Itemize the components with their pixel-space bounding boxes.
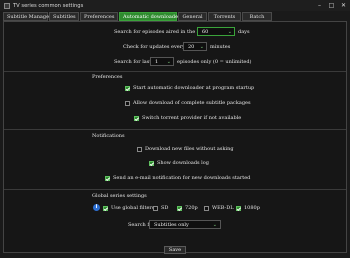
sd-label: SD bbox=[161, 205, 169, 211]
divider bbox=[4, 71, 346, 72]
download-without-asking-label: Download new files without asking bbox=[145, 146, 234, 152]
use-global-filters-option[interactable]: Use global filters bbox=[103, 205, 154, 211]
app-icon bbox=[4, 2, 10, 9]
show-log-label: Show downloads log bbox=[157, 160, 209, 166]
checkbox[interactable] bbox=[105, 175, 110, 181]
show-log-option[interactable]: Show downloads log bbox=[149, 160, 209, 166]
check-label: Check for updates every bbox=[123, 44, 185, 50]
switch-provider-option[interactable]: Switch torrent provider if not available bbox=[134, 115, 241, 121]
aired-days-stepper[interactable]: 60 ⌄ bbox=[197, 27, 235, 36]
complete-packages-label: Allow download of complete subtitle pack… bbox=[133, 100, 251, 106]
checkbox[interactable] bbox=[153, 205, 158, 211]
webdl-label: WEB-DL bbox=[212, 205, 234, 211]
720p-option[interactable]: 720p bbox=[177, 205, 198, 211]
1080p-label: 1080p bbox=[244, 205, 260, 211]
checkbox[interactable] bbox=[125, 85, 130, 91]
tab-batch[interactable]: Batch bbox=[242, 12, 272, 21]
download-without-asking-option[interactable]: Download new files without asking bbox=[137, 146, 234, 152]
check-unit: minutes bbox=[210, 44, 231, 50]
tab-torrents[interactable]: Torrents bbox=[208, 12, 241, 21]
startup-option[interactable]: Start automatic downloader at program st… bbox=[125, 85, 254, 91]
chevron-down-icon: ⌄ bbox=[199, 44, 204, 50]
checkbox[interactable] bbox=[236, 205, 241, 211]
save-button[interactable]: Save bbox=[164, 246, 186, 254]
checkbox[interactable] bbox=[204, 205, 209, 211]
chevron-down-icon: ⌄ bbox=[227, 29, 232, 35]
search-for-select[interactable]: Subtitles only ⌄ bbox=[149, 220, 221, 229]
aired-unit: days bbox=[238, 29, 250, 35]
last-episodes-value: 1 bbox=[155, 59, 159, 65]
checkbox[interactable] bbox=[103, 205, 108, 211]
maximize-icon[interactable]: □ bbox=[328, 2, 335, 9]
email-notification-option[interactable]: Send an e-mail notification for new down… bbox=[105, 175, 250, 181]
check-interval-stepper[interactable]: 20 ⌄ bbox=[183, 42, 207, 51]
info-icon[interactable]: i bbox=[93, 204, 100, 211]
search-for-value: Subtitles only bbox=[154, 222, 189, 228]
last-unit: episodes only (0 = unlimited) bbox=[177, 59, 252, 65]
checkbox[interactable] bbox=[177, 205, 182, 211]
preferences-heading: Preferences bbox=[92, 74, 123, 80]
email-notification-label: Send an e-mail notification for new down… bbox=[113, 175, 251, 181]
global-heading: Global series settings bbox=[92, 193, 147, 199]
last-episodes-stepper[interactable]: 1 ⌄ bbox=[150, 57, 174, 66]
tab-automatic-downloader[interactable]: Automatic downloader bbox=[119, 12, 180, 21]
tab-subtitles[interactable]: Subtitles bbox=[49, 12, 79, 21]
checkbox[interactable] bbox=[125, 100, 130, 106]
checkbox[interactable] bbox=[134, 115, 139, 121]
chevron-down-icon: ⌄ bbox=[212, 222, 217, 228]
chevron-down-icon: ⌄ bbox=[166, 59, 171, 65]
aired-days-value: 60 bbox=[202, 29, 209, 35]
complete-packages-option[interactable]: Allow download of complete subtitle pack… bbox=[125, 100, 251, 106]
minimize-icon[interactable]: – bbox=[316, 2, 323, 9]
last-label: Search for last bbox=[114, 59, 152, 65]
switch-provider-label: Switch torrent provider if not available bbox=[142, 115, 242, 121]
close-icon[interactable]: ✕ bbox=[340, 2, 347, 9]
tab-general[interactable]: General bbox=[178, 12, 207, 21]
notifications-heading: Notifications bbox=[92, 133, 125, 139]
settings-panel bbox=[3, 21, 347, 253]
webdl-option[interactable]: WEB-DL bbox=[204, 205, 234, 211]
startup-label: Start automatic downloader at program st… bbox=[133, 85, 255, 91]
tab-subtitle-manager[interactable]: Subtitle Manager bbox=[3, 12, 51, 21]
checkbox[interactable] bbox=[137, 146, 142, 152]
tab-preferences[interactable]: Preferences bbox=[80, 12, 118, 21]
use-global-filters-label: Use global filters bbox=[111, 205, 155, 211]
divider bbox=[4, 189, 346, 190]
1080p-option[interactable]: 1080p bbox=[236, 205, 260, 211]
720p-label: 720p bbox=[185, 205, 198, 211]
checkbox[interactable] bbox=[149, 160, 154, 166]
title-bar: TV series common settings – □ ✕ bbox=[0, 0, 350, 11]
sd-option[interactable]: SD bbox=[153, 205, 168, 211]
aired-label: Search for episodes aired in the last bbox=[114, 29, 206, 35]
window-title: TV series common settings bbox=[13, 2, 84, 9]
check-interval-value: 20 bbox=[188, 44, 195, 50]
tab-bar: Subtitle Manager Subtitles Preferences A… bbox=[3, 12, 272, 21]
divider bbox=[4, 129, 346, 130]
